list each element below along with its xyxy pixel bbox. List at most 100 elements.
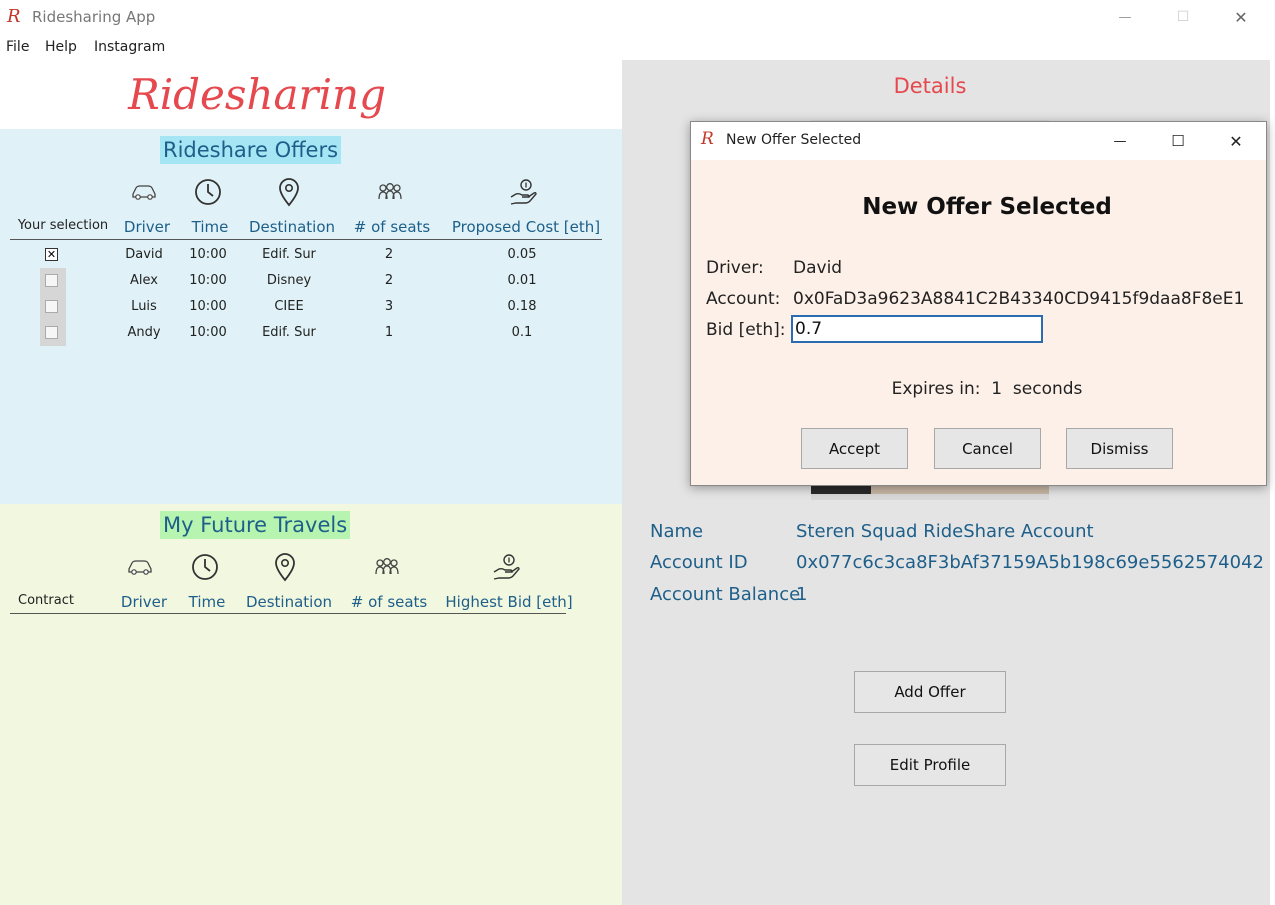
travels-destination-header: Destination bbox=[245, 593, 333, 611]
account-balance-label: Account Balance bbox=[650, 584, 801, 605]
close-icon: ✕ bbox=[1234, 7, 1248, 27]
travels-seats-header: # of seats bbox=[350, 593, 428, 611]
window-edge bbox=[1270, 60, 1275, 905]
people-icon bbox=[378, 183, 402, 200]
your-selection-header: Your selection bbox=[17, 218, 109, 233]
offer-destination: CIEE bbox=[274, 299, 304, 314]
offer-row[interactable]: Alex 10:00 Disney 2 0.01 bbox=[0, 271, 622, 291]
name-label: Name bbox=[650, 521, 704, 542]
hand-coin-icon bbox=[510, 179, 537, 205]
cancel-button[interactable]: Cancel bbox=[934, 428, 1041, 469]
dialog-close-button[interactable]: ✕ bbox=[1207, 122, 1265, 160]
close-icon: ✕ bbox=[1229, 131, 1243, 151]
account-label: Account: bbox=[706, 289, 781, 309]
offer-row[interactable]: ✕ David 10:00 Edif. Sur 2 0.05 bbox=[0, 245, 622, 265]
bid-label: Bid [eth]: bbox=[706, 320, 786, 340]
offers-header-divider bbox=[10, 239, 602, 240]
offers-destination-header: Destination bbox=[248, 218, 336, 236]
window-title: Ridesharing App bbox=[32, 8, 156, 26]
new-offer-dialog: R New Offer Selected — ☐ ✕ New Offer Sel… bbox=[690, 121, 1267, 486]
menu-help[interactable]: Help bbox=[45, 39, 77, 55]
maximize-button[interactable]: ☐ bbox=[1154, 0, 1212, 34]
contract-header: Contract bbox=[18, 593, 74, 608]
menu-file[interactable]: File bbox=[6, 39, 29, 55]
offer-destination: Edif. Sur bbox=[262, 247, 316, 262]
driver-label: Driver: bbox=[706, 258, 764, 278]
dialog-logo-icon: R bbox=[701, 129, 714, 149]
offer-row[interactable]: Luis 10:00 CIEE 3 0.18 bbox=[0, 297, 622, 317]
dismiss-button[interactable]: Dismiss bbox=[1066, 428, 1173, 469]
offer-driver: David bbox=[125, 247, 163, 262]
brand-title: Ridesharing bbox=[128, 70, 386, 119]
dialog-window-title: New Offer Selected bbox=[726, 132, 862, 148]
offer-checkbox[interactable] bbox=[45, 300, 58, 313]
dialog-title-bar: R New Offer Selected — ☐ ✕ bbox=[691, 122, 1266, 160]
app-logo-icon: R bbox=[7, 6, 21, 27]
travels-heading: My Future Travels bbox=[160, 511, 351, 539]
expires-text: Expires in: 1 seconds bbox=[691, 379, 1275, 399]
offers-driver-header: Driver bbox=[123, 218, 171, 236]
offer-checkbox[interactable]: ✕ bbox=[45, 248, 58, 261]
offer-driver: Andy bbox=[127, 325, 161, 340]
offer-destination: Edif. Sur bbox=[262, 325, 316, 340]
offer-checkbox[interactable] bbox=[45, 326, 58, 339]
car-icon bbox=[132, 185, 156, 200]
location-pin-icon bbox=[275, 553, 295, 582]
offer-time: 10:00 bbox=[189, 299, 227, 314]
accept-button[interactable]: Accept bbox=[801, 428, 908, 469]
details-heading: Details bbox=[893, 74, 967, 98]
edit-profile-button[interactable]: Edit Profile bbox=[854, 744, 1006, 786]
dialog-maximize-button[interactable]: ☐ bbox=[1149, 122, 1207, 160]
expires-unit: seconds bbox=[1012, 379, 1083, 399]
offers-heading: Rideshare Offers bbox=[160, 136, 342, 164]
account-id-value: 0x077c6c3ca8F3bAf37159A5b198c69e55625740… bbox=[796, 552, 1264, 573]
clock-icon bbox=[192, 554, 218, 580]
offer-seats: 2 bbox=[384, 273, 394, 288]
maximize-icon: ☐ bbox=[1176, 9, 1190, 25]
travels-panel bbox=[0, 504, 622, 905]
offers-cost-header: Proposed Cost [eth] bbox=[451, 218, 601, 236]
minimize-icon: — bbox=[1113, 133, 1127, 149]
offer-driver: Luis bbox=[131, 299, 157, 314]
travels-driver-header: Driver bbox=[120, 593, 168, 611]
expires-label: Expires in: bbox=[891, 379, 981, 399]
add-offer-button[interactable]: Add Offer bbox=[854, 671, 1006, 713]
travels-bid-header: Highest Bid [eth] bbox=[445, 593, 573, 611]
name-value: Steren Squad RideShare Account bbox=[796, 521, 1094, 542]
people-icon bbox=[375, 558, 399, 575]
account-id-label: Account ID bbox=[650, 552, 748, 573]
title-bar: R Ridesharing App — ☐ ✕ bbox=[0, 0, 1275, 34]
offer-time: 10:00 bbox=[189, 247, 227, 262]
dialog-heading: New Offer Selected bbox=[862, 194, 1112, 220]
driver-value: David bbox=[793, 258, 843, 278]
offer-cost: 0.18 bbox=[507, 299, 537, 314]
offer-seats: 3 bbox=[384, 299, 394, 314]
travels-header-divider bbox=[10, 613, 566, 614]
offer-cost: 0.1 bbox=[511, 325, 533, 340]
offer-row[interactable]: Andy 10:00 Edif. Sur 1 0.1 bbox=[0, 323, 622, 343]
offers-time-header: Time bbox=[191, 218, 229, 236]
dialog-minimize-button[interactable]: — bbox=[1091, 122, 1149, 160]
account-balance-value: 1 bbox=[796, 584, 808, 605]
clock-icon bbox=[195, 179, 221, 205]
travels-time-header: Time bbox=[188, 593, 226, 611]
bid-input[interactable] bbox=[791, 315, 1043, 343]
offer-time: 10:00 bbox=[189, 273, 227, 288]
close-button[interactable]: ✕ bbox=[1212, 0, 1270, 34]
offers-seats-header: # of seats bbox=[353, 218, 431, 236]
menu-instagram[interactable]: Instagram bbox=[94, 39, 165, 55]
offer-time: 10:00 bbox=[189, 325, 227, 340]
expires-value: 1 bbox=[991, 379, 1003, 399]
minimize-button[interactable]: — bbox=[1096, 0, 1154, 34]
minimize-icon: — bbox=[1118, 9, 1132, 25]
car-icon bbox=[128, 560, 152, 575]
account-value: 0x0FaD3a9623A8841C2B43340CD9415f9daa8F8e… bbox=[793, 289, 1245, 309]
offer-driver: Alex bbox=[130, 273, 158, 288]
offer-seats: 1 bbox=[384, 325, 394, 340]
offer-destination: Disney bbox=[266, 273, 312, 288]
offer-seats: 2 bbox=[384, 247, 394, 262]
offer-cost: 0.05 bbox=[507, 247, 537, 262]
location-pin-icon bbox=[279, 178, 299, 207]
maximize-icon: ☐ bbox=[1171, 132, 1185, 150]
offer-checkbox[interactable] bbox=[45, 274, 58, 287]
